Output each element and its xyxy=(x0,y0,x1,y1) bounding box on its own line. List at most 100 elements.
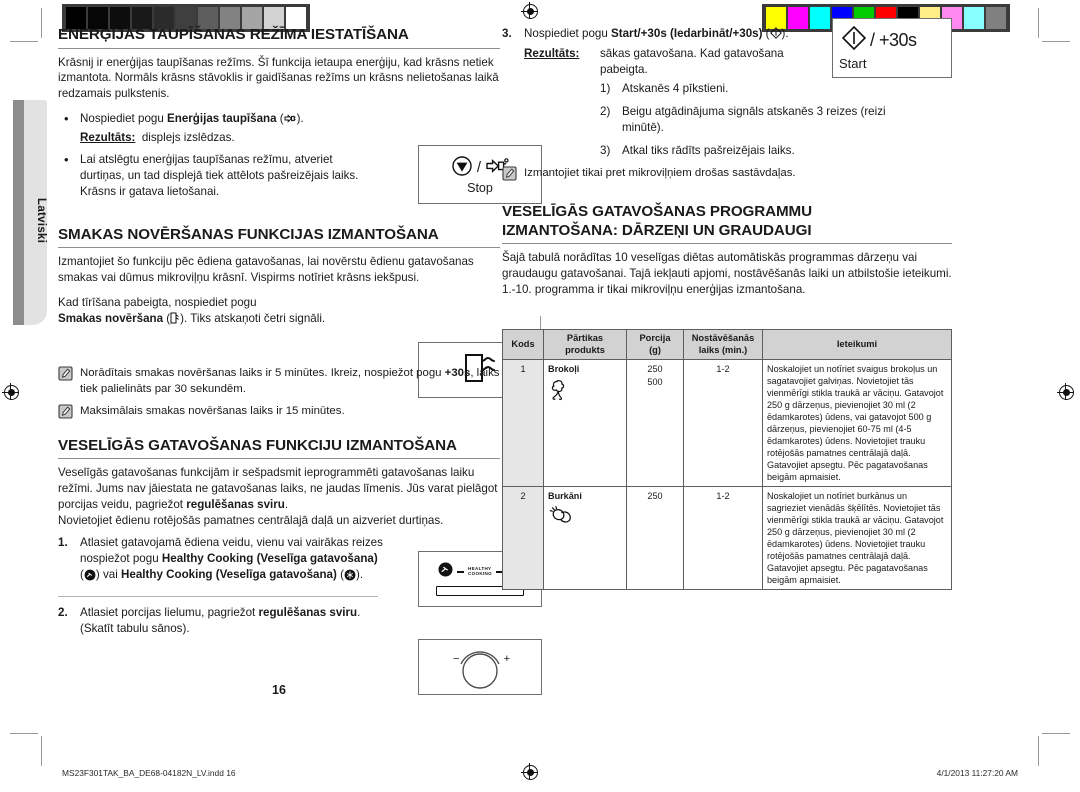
registration-mark-right xyxy=(1057,383,1077,403)
registration-mark-top-center xyxy=(521,2,541,22)
color-swatch-10 xyxy=(986,7,1006,29)
color-swatch-9 xyxy=(964,7,984,29)
substep-text: Beigu atgādinājuma signāls atskanēs 3 re… xyxy=(622,104,886,134)
col-header-code-l1: Kods xyxy=(511,338,535,349)
cell-tips: Noskalojiet un notīriet burkānus un sagr… xyxy=(762,486,952,591)
list-item: 2. Atlasiet porcijas lielumu, pagriežot … xyxy=(58,605,370,637)
cell-portion: 250 xyxy=(626,486,684,591)
col-header-portion-l1: Porcija xyxy=(639,333,671,343)
step-3-result-text: sākas gatavošana. Kad gatavošana pabeigt… xyxy=(600,46,784,76)
start-button-illustration: / +30s Start xyxy=(832,18,952,78)
page-footer: MS23F301TAK_BA_DE68-04182N_LV.indd 16 4/… xyxy=(0,758,1080,792)
note-pencil-icon xyxy=(502,166,517,181)
trim-line-top-right xyxy=(1042,41,1070,42)
step-1-mid: vai xyxy=(99,568,122,582)
note-microwave-safe: Izmantojiet tikai pret mikroviļņiem droš… xyxy=(502,166,952,182)
trim-line-left xyxy=(41,8,42,38)
step-1-number: 1. xyxy=(58,536,68,550)
col-header-food-l1: Pārtikas xyxy=(566,333,604,343)
col-header-food: Pārtikas produkts xyxy=(543,328,627,361)
healthy-label-line2: COOKING xyxy=(467,571,493,576)
step-3-number: 3. xyxy=(502,27,512,40)
section-heading-healthy-programs: VESELĪGĀS GATAVOŠANAS PROGRAMMU IZMANTOŠ… xyxy=(502,203,952,245)
eco-plug-icon xyxy=(284,113,297,129)
col-header-standing-l1: Nostāvēšanās xyxy=(691,333,755,343)
healthy-programs-intro: Šajā tabulā norādītas 10 veselīgas diēta… xyxy=(502,251,952,297)
step-1-button-2: Healthy Cooking (Veselīga gatavošana) xyxy=(121,568,337,582)
language-tab-label: Latviski xyxy=(35,197,47,244)
col-header-portion-l2: (g) xyxy=(649,344,661,355)
cell-code: 1 xyxy=(502,359,544,488)
list-item: 3) Atkal tiks rādīts pašreizējais laiks. xyxy=(600,143,900,159)
footer-filename: MS23F301TAK_BA_DE68-04182N_LV.indd 16 xyxy=(62,768,236,778)
step-3-pre: Nospiediet pogu xyxy=(524,27,612,40)
footer-timestamp: 4/1/2013 11:27:20 AM xyxy=(936,768,1018,778)
portion-value: 250 xyxy=(647,491,663,502)
section-heading-deodorization: SMAKAS NOVĒRŠANAS FUNKCIJAS IZMANTOŠANA xyxy=(58,226,500,249)
col-header-portion: Porcija (g) xyxy=(626,328,684,361)
col-header-tips: Ieteikumi xyxy=(762,328,952,361)
list-item: • Lai atslēgtu enerģijas taupīšanas režī… xyxy=(58,152,380,200)
start-illustration-label: Start xyxy=(839,56,867,71)
knob-minus-label: − xyxy=(453,653,460,665)
portion-value: 500 xyxy=(647,377,663,388)
step-separator xyxy=(58,596,378,598)
healthy-cooking-icon-1 xyxy=(438,562,453,582)
cell-tips: Noskalojiet un notīriet svaigus brokoļus… xyxy=(762,359,952,488)
list-item: 1. Atlasiet gatavojamā ēdiena veidu, vie… xyxy=(58,535,384,586)
start-plus-label: / +30s xyxy=(870,30,917,50)
start-diamond-icon xyxy=(769,27,782,44)
step-3-substeps: 1) Atskanēs 4 pīkstieni. 2) Beigu atgādinā… xyxy=(600,81,900,159)
healthy-cooking-steps-2: 2. Atlasiet porcijas lielumu, pagriežot … xyxy=(58,605,500,637)
note-max-deodorize-time: Maksimālais smakas novēršanas laiks ir 1… xyxy=(58,404,500,420)
col-header-standing: Nostāvēšanās laiks (min.) xyxy=(683,328,763,361)
cell-code: 2 xyxy=(502,486,544,591)
note-1-pre: Norādītais smakas novēršanas laiks ir 5 … xyxy=(80,367,445,380)
energy-saving-intro: Krāsnij ir enerģijas taupīšanas režīms. … xyxy=(58,55,499,101)
cooking-programs-table: Kods Pārtikas produkts Porcija (g) Nostāvē… xyxy=(502,328,952,591)
bullet-1-post: ( xyxy=(276,111,284,125)
stop-triangle-icon xyxy=(451,155,473,181)
knob-plus-label: + xyxy=(503,653,510,665)
step-2-bold: regulēšanas sviru xyxy=(258,606,358,620)
deodorization-intro: Izmantojiet šo funkciju pēc ēdiena gatav… xyxy=(58,255,474,285)
bullet-2-text: Lai atslēgtu enerģijas taupīšanas režīmu… xyxy=(80,152,359,198)
cell-food: Brokoļi xyxy=(543,359,627,488)
list-item: 1) Atskanēs 4 pīkstieni. xyxy=(600,81,900,97)
healthy-intro-l3: Novietojiet ēdienu rotējošās pamatnes ce… xyxy=(58,513,444,527)
substep-marker: 2) xyxy=(600,104,611,118)
trim-line-top-left xyxy=(10,41,38,42)
cell-standing-time: 1-2 xyxy=(683,486,763,591)
note-pencil-icon xyxy=(58,366,73,381)
healthy-cooking-icon-1 xyxy=(84,569,96,586)
slash-separator: / xyxy=(476,159,482,177)
deodorization-para2-post: ( xyxy=(163,311,171,325)
step-3-post: ( xyxy=(762,27,770,40)
deodorization-button-name: Smakas novēršana xyxy=(58,311,164,325)
cell-food-label: Brokoļi xyxy=(548,364,580,375)
right-column: 3. Nospiediet pogu Start/+30s (Iedarbinā… xyxy=(502,18,952,591)
note-deodorize-time: Norādītais smakas novēršanas laiks ir 5 … xyxy=(58,366,500,397)
bullet-1-pre: Nospiediet pogu xyxy=(80,111,168,125)
healthy-cooking-intro: Veselīgās gatavošanas funkcijām ir sešpa… xyxy=(58,465,500,528)
note-2-text: Maksimālais smakas novēršanas laiks ir 1… xyxy=(80,405,345,418)
illustration-dash xyxy=(456,571,464,573)
step-3-end: ). xyxy=(781,27,789,40)
bullet-dot-icon: • xyxy=(64,110,69,126)
deodorization-para2-end: ). Tiks atskaņoti četri signāli. xyxy=(180,311,326,325)
col-header-standing-l2: laiks (min.) xyxy=(698,344,748,355)
table-heading-line2: IZMANTOŠANA: DĀRZEŅI UN GRAUDAUGI xyxy=(502,221,812,239)
page-number: 16 xyxy=(272,683,286,697)
carrot-icon xyxy=(548,505,622,530)
col-header-food-l2: produkts xyxy=(565,344,605,355)
healthy-intro-l2: . xyxy=(284,497,289,511)
deodorization-para2-line1: Kad tīrīšana pabeigta, nospiediet pogu xyxy=(58,295,257,309)
step-1-end: . xyxy=(359,568,364,582)
table-row: 2 Burkāni 250 1-2 Noskalojiet un notīrie… xyxy=(502,486,952,591)
trim-line-right xyxy=(1038,8,1039,38)
step-2-number: 2. xyxy=(58,606,68,620)
portion-value: 250 xyxy=(647,364,663,375)
list-item: • Nospiediet pogu Enerģijas taupīšana ( … xyxy=(58,111,500,146)
cell-food-label: Burkāni xyxy=(548,491,582,502)
substep-marker: 3) xyxy=(600,143,611,157)
